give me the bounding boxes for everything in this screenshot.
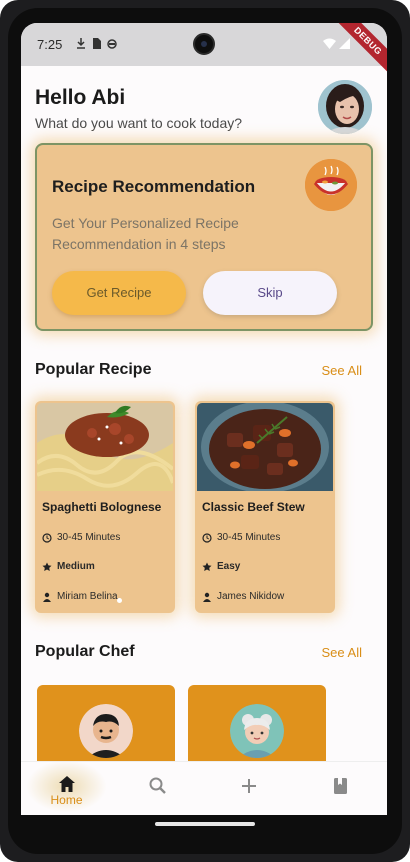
spaghetti-image bbox=[37, 403, 173, 491]
avatar-photo bbox=[318, 80, 372, 134]
sim-icon bbox=[93, 38, 101, 49]
recipe-name: Spaghetti Bolognese bbox=[42, 500, 162, 514]
download-icon bbox=[77, 38, 85, 49]
star-icon bbox=[202, 562, 212, 571]
nav-add[interactable] bbox=[203, 762, 294, 815]
recipe-recommendation-card: Recipe Recommendation Get Your Personali… bbox=[35, 143, 373, 331]
greeting-title: Hello Abi bbox=[35, 86, 126, 109]
popular-chef-title: Popular Chef bbox=[35, 643, 135, 660]
person-icon bbox=[203, 592, 211, 602]
camera-cutout bbox=[193, 33, 215, 55]
chef-avatar bbox=[79, 704, 133, 758]
book-icon bbox=[334, 778, 347, 794]
soup-bowl-icon bbox=[305, 159, 357, 211]
skip-button[interactable]: Skip bbox=[203, 271, 337, 315]
chef-avatar bbox=[230, 704, 284, 758]
clock-icon bbox=[202, 532, 212, 543]
greeting-subtitle: What do you want to cook today? bbox=[35, 115, 243, 131]
nav-home-label: Home bbox=[50, 793, 83, 807]
nav-home[interactable]: Home bbox=[21, 762, 112, 815]
recipe-name: Classic Beef Stew bbox=[202, 500, 305, 514]
status-bar: 7:25 DEBUG bbox=[21, 23, 387, 79]
recipe-author-label: James Nikidow bbox=[217, 591, 285, 602]
recipe-time-label: 30-45 Minutes bbox=[217, 532, 281, 543]
recipe-difficulty: Medium bbox=[42, 561, 95, 572]
recipe-difficulty-label: Medium bbox=[57, 561, 95, 572]
recipe-time: 30-45 Minutes bbox=[202, 532, 280, 543]
recipe-card[interactable]: Classic Beef Stew 30-45 Minutes Easy Jam… bbox=[195, 401, 335, 613]
wifi-icon bbox=[323, 38, 336, 49]
recipe-author: Miriam Belina bbox=[42, 591, 118, 602]
notification-icon bbox=[107, 39, 117, 49]
recipe-card[interactable]: Spaghetti Bolognese 30-45 Minutes Medium… bbox=[35, 401, 175, 613]
scroll-indicator bbox=[117, 598, 122, 603]
beef-stew-image bbox=[197, 403, 333, 491]
home-indicator[interactable] bbox=[155, 822, 255, 826]
recipe-time-label: 30-45 Minutes bbox=[57, 532, 121, 543]
search-icon bbox=[149, 777, 166, 794]
popular-recipe-see-all-link[interactable]: See All bbox=[322, 363, 362, 378]
user-avatar[interactable] bbox=[318, 80, 372, 134]
nav-book[interactable] bbox=[294, 762, 385, 815]
popular-recipe-title: Popular Recipe bbox=[35, 361, 152, 378]
star-icon bbox=[42, 562, 52, 571]
recommendation-subtitle: Get Your Personalized Recipe Recommendat… bbox=[52, 215, 239, 252]
status-time: 7:25 bbox=[37, 37, 63, 52]
nav-search[interactable] bbox=[112, 762, 203, 815]
app-screen: 7:25 DEBUG Hello Abi What do you want to… bbox=[21, 23, 387, 815]
signal-icon bbox=[339, 38, 350, 49]
get-recipe-button[interactable]: Get Recipe bbox=[52, 271, 186, 315]
person-icon bbox=[43, 592, 51, 602]
recipe-difficulty-label: Easy bbox=[217, 561, 241, 572]
bottom-navigation: Home bbox=[21, 761, 387, 815]
home-icon bbox=[59, 776, 75, 792]
recipe-author-label: Miriam Belina bbox=[57, 591, 118, 602]
recipe-time: 30-45 Minutes bbox=[42, 532, 120, 543]
recipe-author: James Nikidow bbox=[202, 591, 284, 602]
popular-chef-see-all-link[interactable]: See All bbox=[322, 645, 362, 660]
add-icon bbox=[242, 779, 256, 793]
recommendation-title: Recipe Recommendation bbox=[52, 177, 256, 196]
clock-icon bbox=[42, 532, 52, 543]
debug-banner: DEBUG bbox=[330, 23, 387, 79]
recipe-difficulty: Easy bbox=[202, 561, 240, 572]
